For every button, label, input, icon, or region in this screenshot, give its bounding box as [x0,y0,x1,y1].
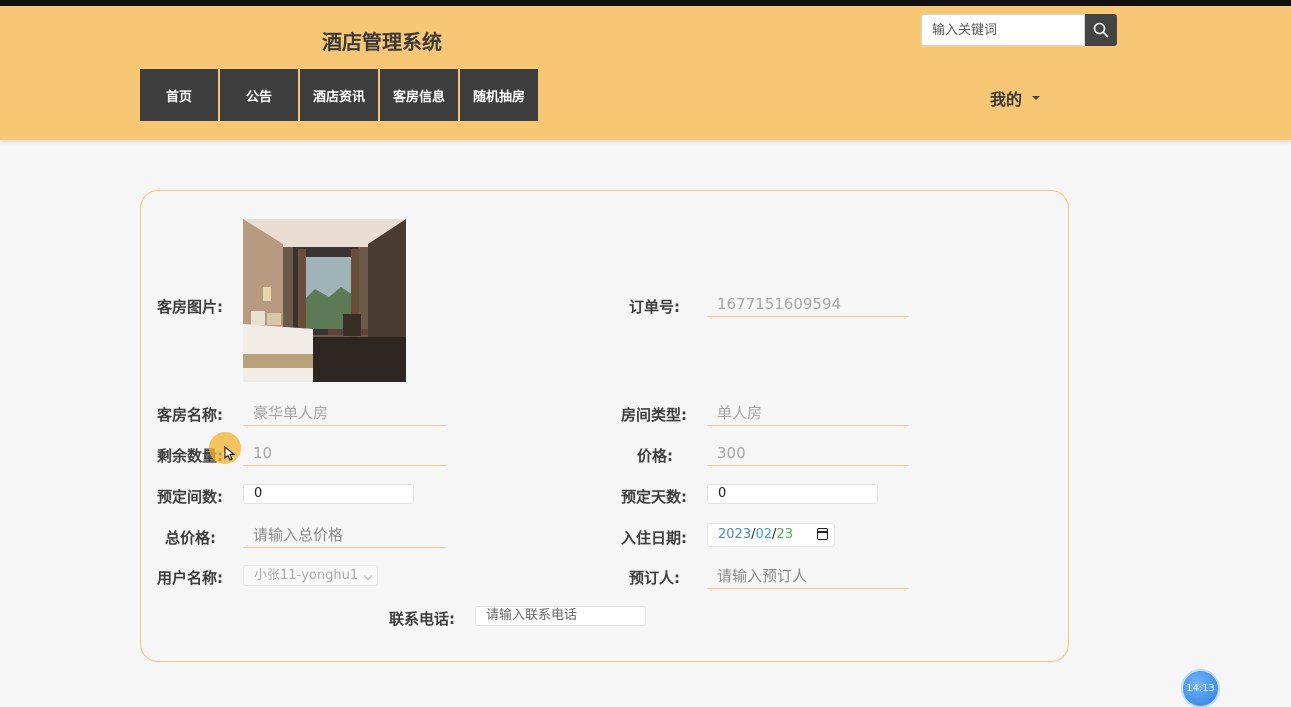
nav-item-announcements[interactable]: 公告 [220,69,298,121]
chevron-down-icon [363,571,373,581]
total-price-input[interactable]: 请输入总价格 [243,522,446,548]
nav-item-home[interactable]: 首页 [140,69,218,121]
nav-item-hotel-news[interactable]: 酒店资讯 [300,69,378,121]
price-field[interactable]: 300 [707,440,909,466]
room-name-field[interactable]: 豪华单人房 [243,400,446,426]
caret-down-icon [1032,96,1041,100]
username-label: 用户名称: [157,569,223,587]
total-price-label: 总价格: [165,529,216,547]
booked-days-input[interactable]: 0 [707,484,878,504]
booker-input[interactable]: 请输入预订人 [707,563,909,589]
booked-rooms-input[interactable]: 0 [243,484,414,504]
room-type-label: 房间类型: [621,406,687,424]
room-image-label: 客房图片: [157,298,223,316]
nav-item-random-room[interactable]: 随机抽房 [460,69,538,121]
room-type-field[interactable]: 单人房 [707,400,909,426]
room-name-label: 客房名称: [157,406,223,424]
search-icon [1093,22,1109,38]
checkin-date-label: 入住日期: [621,529,687,547]
calendar-icon[interactable] [817,528,828,540]
username-select-value: 小张11-yonghu1 [254,568,359,583]
clock-badge[interactable]: 14:13 [1183,671,1218,706]
user-menu-label: 我的 [990,90,1023,109]
phone-label: 联系电话: [389,610,455,628]
booker-label: 预订人: [629,569,680,587]
search-input[interactable] [921,14,1085,46]
booking-form-card: 客房图片: 订单号: 1677151609594 客房名称: 豪华单人房 房间类… [140,190,1069,662]
checkin-date-input[interactable]: 2023/02/23 [707,523,835,547]
room-image [243,219,406,382]
remaining-field[interactable]: 10 [243,440,446,466]
user-menu[interactable]: 我的 [990,86,1041,110]
booked-days-label: 预定天数: [621,488,687,506]
date-month: 02 [755,527,773,542]
order-no-field[interactable]: 1677151609594 [707,291,909,317]
phone-input[interactable]: 请输入联系电话 [475,606,646,626]
search-button[interactable] [1085,14,1117,46]
date-year: 2023 [718,527,752,542]
username-select[interactable]: 小张11-yonghu1 [243,565,378,586]
order-no-label: 订单号: [629,298,680,316]
site-title: 酒店管理系统 [322,30,442,54]
nav-item-room-info[interactable]: 客房信息 [380,69,458,121]
price-label: 价格: [637,447,673,465]
booked-rooms-label: 预定间数: [157,488,223,506]
main-nav: 首页 公告 酒店资讯 客房信息 随机抽房 [140,69,540,121]
date-day: 23 [776,527,793,542]
mouse-cursor-icon [224,446,235,461]
site-header: 酒店管理系统 首页 公告 酒店资讯 客房信息 随机抽房 我的 [0,6,1291,140]
